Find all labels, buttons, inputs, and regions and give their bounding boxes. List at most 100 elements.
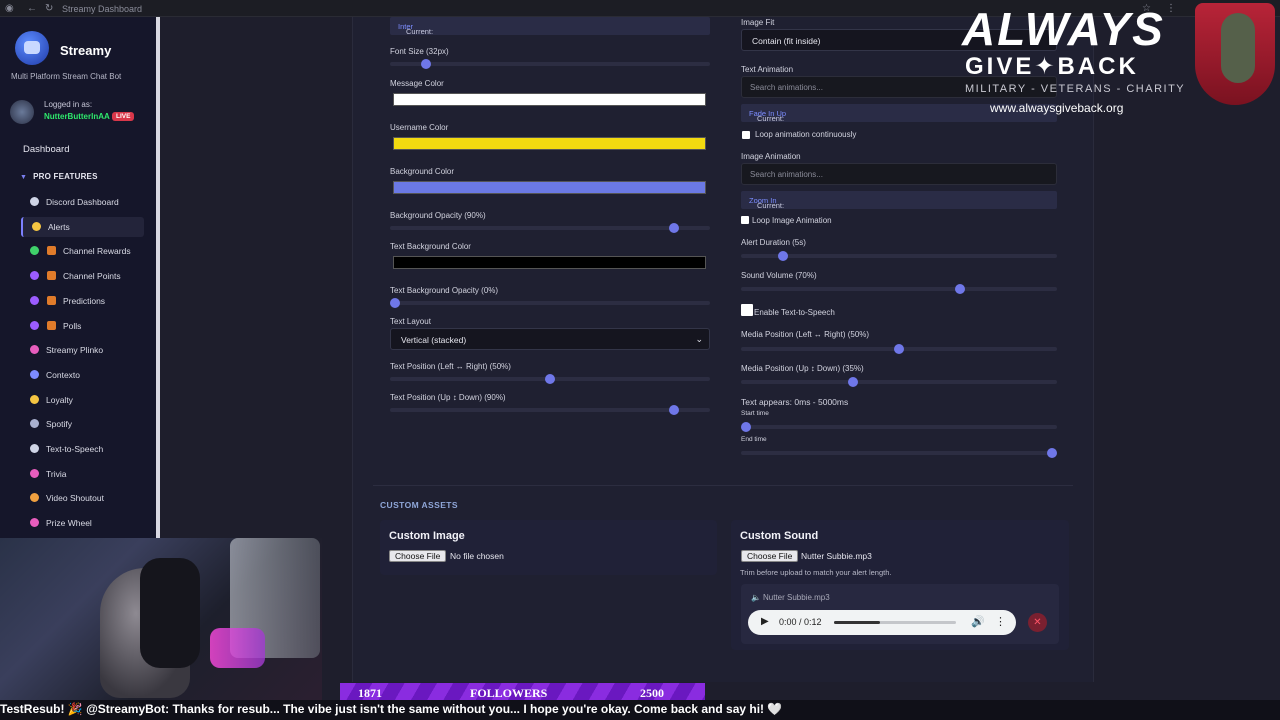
text-bg-color-swatch[interactable] — [393, 256, 706, 269]
start-time-thumb[interactable] — [741, 422, 751, 432]
text-bg-opacity-thumb[interactable] — [390, 298, 400, 308]
start-time-track[interactable] — [741, 425, 1057, 429]
pro-features-toggle[interactable]: ▼ PRO FEATURES — [20, 172, 98, 181]
choose-image-button[interactable]: Choose File — [389, 550, 447, 562]
sidebar-item-label: Predictions — [63, 295, 106, 306]
sound-volume-thumb[interactable] — [955, 284, 966, 294]
tts-checkbox[interactable] — [741, 304, 753, 316]
volume-icon[interactable]: 🔊 — [971, 615, 985, 628]
end-time-label: End time — [741, 436, 767, 443]
sidebar-item-label: Channel Points — [63, 271, 121, 282]
font-size-slider-track[interactable] — [390, 62, 710, 66]
background-color-swatch[interactable] — [393, 181, 706, 194]
current-prefix: Current: — [757, 201, 785, 210]
divider — [373, 485, 1073, 486]
sidebar-item-trivia[interactable]: Trivia — [21, 464, 144, 484]
audio-player[interactable]: ▶ 0:00 / 0:12 🔊 ⋮ — [748, 610, 1016, 635]
text-pos-ud-track[interactable] — [390, 408, 710, 412]
alert-duration-label: Alert Duration (5s) — [741, 238, 806, 247]
current-prefix: Current: — [406, 27, 434, 36]
media-lr-thumb[interactable] — [894, 344, 904, 354]
sidebar-item-icon — [30, 197, 39, 206]
sidebar-item-channel-rewards[interactable]: Channel Rewards — [21, 241, 144, 261]
text-pos-lr-label: Text Position (Left ↔ Right) (50%) — [390, 362, 511, 371]
sidebar-item-label: Discord Dashboard — [46, 197, 119, 207]
sidebar-item-label: Loyalty — [46, 394, 73, 405]
choose-sound-button[interactable]: Choose File — [741, 550, 799, 562]
text-animation-label: Text Animation — [741, 65, 794, 74]
sidebar-item-label: Channel Rewards — [63, 246, 131, 257]
sidebar-item-discord-dashboard[interactable]: Discord Dashboard — [21, 192, 144, 212]
custom-image-card: Custom Image Choose File No file chosen — [380, 520, 717, 575]
current-prefix: Current: — [757, 114, 785, 123]
text-bg-opacity-track[interactable] — [390, 301, 710, 305]
sidebar-item-sub-icon — [47, 320, 56, 330]
background-opacity-track[interactable] — [390, 226, 710, 230]
alert-duration-thumb[interactable] — [777, 251, 788, 261]
text-pos-ud-thumb[interactable] — [669, 405, 679, 415]
sidebar-item-polls[interactable]: Polls — [21, 316, 144, 336]
trim-hint: Trim before upload to match your alert l… — [740, 568, 892, 577]
font-size-label: Font Size (32px) — [390, 47, 449, 56]
end-time-thumb[interactable] — [1047, 448, 1057, 458]
text-pos-lr-thumb[interactable] — [545, 374, 555, 384]
font-size-slider-thumb[interactable] — [421, 59, 431, 69]
message-color-swatch[interactable] — [393, 93, 706, 106]
sound-volume-label: Sound Volume (70%) — [741, 271, 817, 280]
play-icon[interactable]: ▶ — [761, 616, 769, 627]
sidebar-item-label: Text-to-Speech — [46, 444, 104, 454]
reload-icon[interactable]: ↻ — [45, 3, 53, 14]
menu-icon[interactable]: ⋮ — [1166, 3, 1176, 14]
avatar — [10, 100, 34, 124]
tts-label: Enable Text-to-Speech — [754, 308, 835, 317]
username-color-swatch[interactable] — [393, 137, 706, 150]
background-opacity-thumb[interactable] — [669, 223, 679, 233]
sidebar-item-icon — [30, 320, 39, 330]
image-animation-search[interactable]: Search animations... — [741, 163, 1057, 185]
sidebar-item-video-shoutout[interactable]: Video Shoutout — [21, 488, 144, 508]
media-ud-thumb[interactable] — [848, 377, 859, 387]
sidebar-item-loyalty[interactable]: Loyalty — [21, 390, 144, 410]
sidebar-item-spotify[interactable]: Spotify — [21, 414, 144, 434]
sidebar-item-icon — [30, 468, 39, 478]
sidebar: Streamy Multi Platform Stream Chat Bot L… — [0, 17, 160, 538]
sidebar-item-dashboard[interactable]: Dashboard — [23, 144, 69, 155]
sidebar-item-label: Prize Wheel — [46, 518, 92, 529]
back-icon[interactable]: ← — [27, 3, 37, 14]
image-animation-label: Image Animation — [741, 152, 801, 161]
start-time-label: Start time — [741, 410, 769, 417]
alert-duration-track[interactable] — [741, 254, 1057, 258]
audio-progress-track[interactable] — [834, 621, 956, 624]
sidebar-item-prize-wheel[interactable]: Prize Wheel — [21, 513, 144, 533]
chevron-down-icon: ⌄ — [695, 334, 703, 344]
custom-image-title: Custom Image — [389, 530, 465, 542]
sidebar-item-label: Polls — [63, 320, 82, 331]
webcam-feed — [0, 538, 322, 700]
media-ud-track[interactable] — [741, 380, 1057, 384]
overlay-logo-url: www.alwaysgiveback.org — [990, 101, 1124, 115]
sidebar-item-label: Alerts — [48, 221, 70, 232]
sidebar-item-alerts[interactable]: Alerts — [21, 216, 144, 237]
loop-image-checkbox[interactable] — [741, 216, 749, 224]
sidebar-item-text-to-speech[interactable]: Text-to-Speech — [21, 439, 144, 459]
overlay-logo-line1: ALWAYS — [962, 3, 1165, 55]
sidebar-item-streamy-plinko[interactable]: Streamy Plinko — [21, 340, 144, 360]
loop-text-checkbox[interactable] — [742, 131, 750, 139]
username-color-label: Username Color — [390, 123, 449, 132]
end-time-track[interactable] — [741, 451, 1057, 455]
remove-sound-icon[interactable]: ✕ — [1028, 613, 1047, 632]
more-options-icon[interactable]: ⋮ — [995, 615, 1006, 628]
background-opacity-label: Background Opacity (90%) — [390, 211, 486, 220]
triangle-down-icon: ▼ — [20, 174, 28, 181]
image-fit-value: Contain (fit inside) — [752, 36, 821, 46]
sidebar-item-contexto[interactable]: Contexto — [21, 365, 144, 385]
text-layout-label: Text Layout — [390, 317, 431, 326]
sidebar-item-predictions[interactable]: Predictions — [21, 291, 144, 311]
sound-volume-track[interactable] — [741, 287, 1057, 291]
text-layout-select[interactable]: Vertical (stacked) ⌄ — [390, 328, 710, 350]
sidebar-item-sub-icon — [47, 271, 56, 281]
text-layout-value: Vertical (stacked) — [401, 335, 467, 345]
followers-label: FOLLOWERS — [470, 686, 548, 700]
sidebar-item-icon — [30, 493, 39, 503]
sidebar-item-channel-points[interactable]: Channel Points — [21, 266, 144, 286]
